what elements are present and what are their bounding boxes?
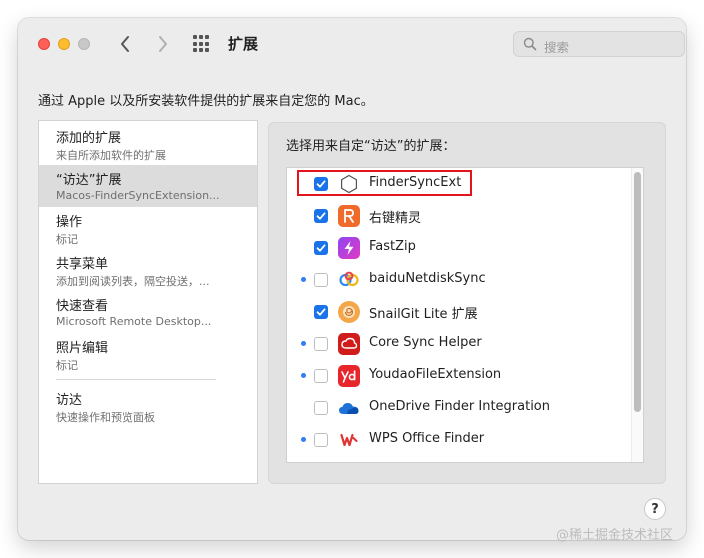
list-item[interactable]: FastZip — [287, 232, 627, 264]
category-title: 共享菜单 — [56, 257, 109, 272]
category-subtitle: 来自所添加软件的扩展 — [56, 149, 166, 162]
new-extension-dot — [301, 373, 306, 378]
chevron-left-icon — [121, 36, 129, 52]
minimize-window-button[interactable] — [58, 38, 70, 50]
category-subtitle: Macos-FinderSyncExtension... — [56, 189, 220, 202]
category-subtitle: 快速操作和预览面板 — [56, 411, 155, 424]
category-title: 照片编辑 — [56, 341, 109, 356]
scrollbar-thumb[interactable] — [634, 172, 641, 412]
extension-checkbox[interactable] — [314, 209, 328, 223]
category-added-extensions[interactable]: 添加的扩展 来自所添加软件的扩展 — [39, 123, 257, 165]
system-preferences-window: 扩展 搜索 通过 Apple 以及所安装软件提供的扩展来自定您的 Mac。 添加… — [18, 18, 686, 540]
list-item[interactable]: Core Sync Helper — [287, 328, 627, 360]
chevron-right-icon — [159, 36, 167, 52]
checkmark-icon — [316, 308, 326, 316]
category-quick-look[interactable]: 快速查看 Microsoft Remote Desktop... — [39, 291, 257, 333]
list-item[interactable]: 右键精灵 — [287, 200, 627, 232]
extension-category-list: 添加的扩展 来自所添加软件的扩展 “访达”扩展 Macos-FinderSync… — [38, 120, 258, 484]
category-photos-editing[interactable]: 照片编辑 标记 — [39, 333, 257, 375]
checkmark-icon — [316, 244, 326, 252]
extension-checkbox[interactable] — [314, 401, 328, 415]
extension-name: OneDrive Finder Integration — [369, 399, 551, 414]
search-input[interactable]: 搜索 — [513, 31, 685, 57]
category-finder-extensions[interactable]: “访达”扩展 Macos-FinderSyncExtension... — [39, 165, 257, 207]
baidu-netdisk-icon — [338, 269, 360, 291]
category-actions[interactable]: 操作 标记 — [39, 207, 257, 249]
extension-name: Core Sync Helper — [369, 335, 482, 350]
list-item[interactable]: WPS Office Finder — [287, 424, 627, 456]
window-title: 扩展 — [228, 35, 259, 53]
adobe-creative-cloud-icon — [338, 333, 360, 355]
show-all-grid-icon[interactable] — [193, 35, 211, 53]
youdao-icon — [338, 365, 360, 387]
category-share-menu[interactable]: 共享菜单 添加到阅读列表，隔空投送，... — [39, 249, 257, 291]
extension-name: YoudaoFileExtension — [369, 367, 502, 382]
list-item[interactable]: baiduNetdiskSync — [287, 264, 627, 296]
extension-name: WPS Office Finder — [369, 431, 485, 446]
category-subtitle: 添加到阅读列表，隔空投送，... — [56, 275, 210, 288]
list-item[interactable]: FinderSyncExt — [287, 168, 627, 200]
close-window-button[interactable] — [38, 38, 50, 50]
category-title: “访达”扩展 — [56, 173, 122, 188]
forward-button[interactable] — [150, 31, 176, 57]
category-subtitle: 标记 — [56, 233, 78, 246]
category-title: 访达 — [56, 393, 83, 408]
extension-checkbox[interactable] — [314, 305, 328, 319]
category-title: 操作 — [56, 215, 83, 230]
panel-heading: 选择用来自定“访达”的扩展： — [286, 139, 456, 154]
onedrive-cloud-icon — [338, 397, 360, 419]
extension-checkbox[interactable] — [314, 433, 328, 447]
watermark-text: @稀土掘金技术社区 — [556, 528, 674, 543]
category-subtitle: Microsoft Remote Desktop... — [56, 315, 212, 328]
back-button[interactable] — [112, 31, 138, 57]
extension-checkbox[interactable] — [314, 273, 328, 287]
checkmark-icon — [316, 212, 326, 220]
list-item[interactable]: YoudaoFileExtension — [287, 360, 627, 392]
extension-name: baiduNetdiskSync — [369, 271, 486, 286]
category-title: 添加的扩展 — [56, 131, 122, 146]
help-button[interactable]: ? — [644, 498, 666, 520]
toolbar: 扩展 搜索 — [18, 18, 686, 70]
category-title: 快速查看 — [56, 299, 109, 314]
extension-name: SnailGit Lite 扩展 — [369, 307, 478, 322]
fastzip-bolt-icon — [338, 237, 360, 259]
list-item[interactable]: OneDrive Finder Integration — [287, 392, 627, 424]
category-finder[interactable]: 访达 快速操作和预览面板 — [39, 385, 257, 427]
search-placeholder: 搜索 — [544, 40, 570, 55]
search-icon — [523, 37, 537, 51]
extension-checkbox[interactable] — [314, 369, 328, 383]
new-extension-dot — [301, 437, 306, 442]
category-divider — [56, 379, 216, 380]
extension-checkbox[interactable] — [314, 337, 328, 351]
list-item[interactable]: SnailGit Lite 扩展 — [287, 296, 627, 328]
new-extension-dot — [301, 277, 306, 282]
right-click-genie-icon — [338, 205, 360, 227]
new-extension-dot — [301, 341, 306, 346]
snailgit-icon — [338, 301, 360, 323]
extension-name: 右键精灵 — [369, 211, 422, 226]
page-description: 通过 Apple 以及所安装软件提供的扩展来自定您的 Mac。 — [38, 94, 374, 109]
wps-office-icon — [338, 429, 360, 451]
category-subtitle: 标记 — [56, 359, 78, 372]
extension-checkbox[interactable] — [314, 241, 328, 255]
zoom-window-button[interactable] — [78, 38, 90, 50]
highlight-box — [297, 170, 472, 196]
extension-name: FastZip — [369, 239, 416, 254]
finder-extension-list: FinderSyncExt 右键精灵 FastZip baiduNetdiskS… — [286, 167, 644, 463]
